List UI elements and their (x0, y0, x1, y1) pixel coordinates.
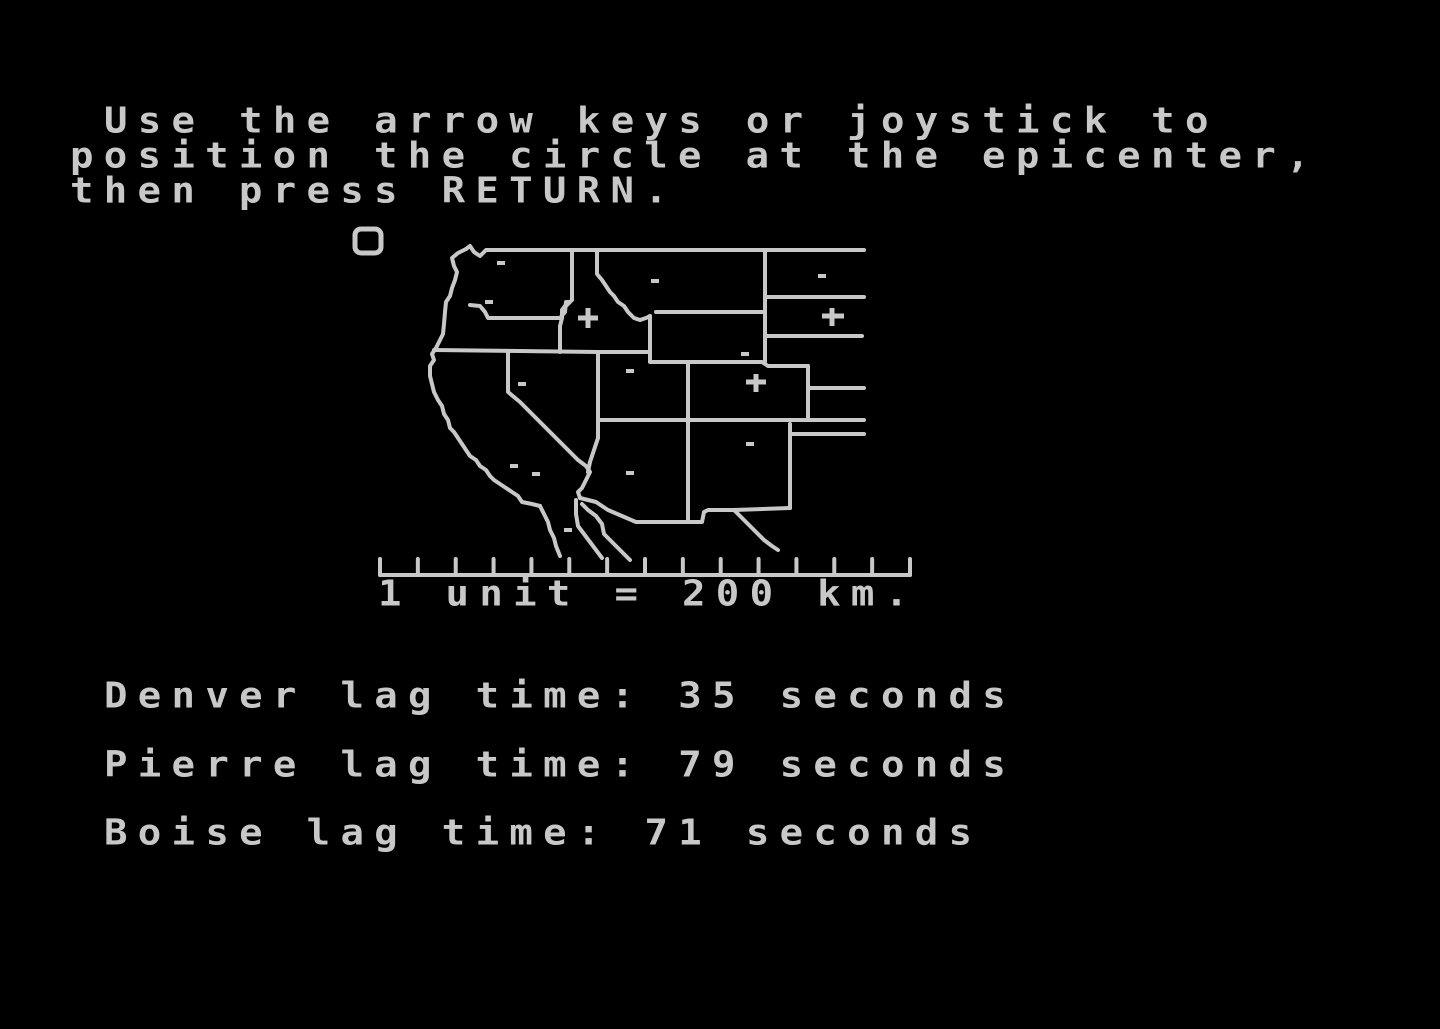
id-mt-border (595, 248, 652, 332)
city-dot (741, 352, 749, 356)
city-dot (626, 369, 634, 373)
city-dot (626, 471, 634, 475)
denver-station-icon (746, 374, 766, 392)
city-dot (746, 442, 754, 446)
pacific-coastline (428, 247, 542, 508)
boise-station-icon (578, 308, 598, 328)
rio-grande (732, 508, 780, 552)
pierre-station-icon (822, 308, 844, 326)
lag-time-denver: Denver lag time: 35 seconds (104, 675, 1017, 717)
city-dot (532, 472, 540, 476)
city-dot (564, 528, 572, 532)
lag-time-pierre: Pierre lag time: 79 seconds (104, 744, 1017, 786)
epicenter-cursor[interactable] (352, 226, 384, 256)
wa-id-border (564, 248, 574, 308)
lag-time-boise: Boise lag time: 71 seconds (104, 812, 983, 854)
or-south-border (432, 348, 650, 354)
state-borders (428, 244, 866, 562)
city-dot (818, 274, 826, 278)
western-us-map[interactable] (0, 0, 1440, 1029)
scale-label: 1 unit = 200 km. (378, 573, 919, 615)
baja-west (538, 504, 562, 558)
city-dot (497, 261, 505, 265)
station-markers (578, 308, 844, 392)
game-screen[interactable]: Use the arrow keys or joystick to positi… (0, 0, 1440, 1029)
northern-border (464, 244, 866, 258)
az-west-border (586, 436, 600, 474)
sonora-coast (580, 502, 632, 562)
city-dot (485, 300, 493, 304)
ok-panhandle-border (788, 422, 866, 436)
city-markers (485, 261, 826, 532)
wa-or-border (468, 300, 568, 320)
wy-co-border (686, 360, 810, 368)
city-dot (510, 464, 518, 468)
ca-nv-border (506, 350, 592, 500)
city-dot (651, 279, 659, 283)
city-dot (518, 382, 526, 386)
id-wy-border (648, 314, 690, 364)
